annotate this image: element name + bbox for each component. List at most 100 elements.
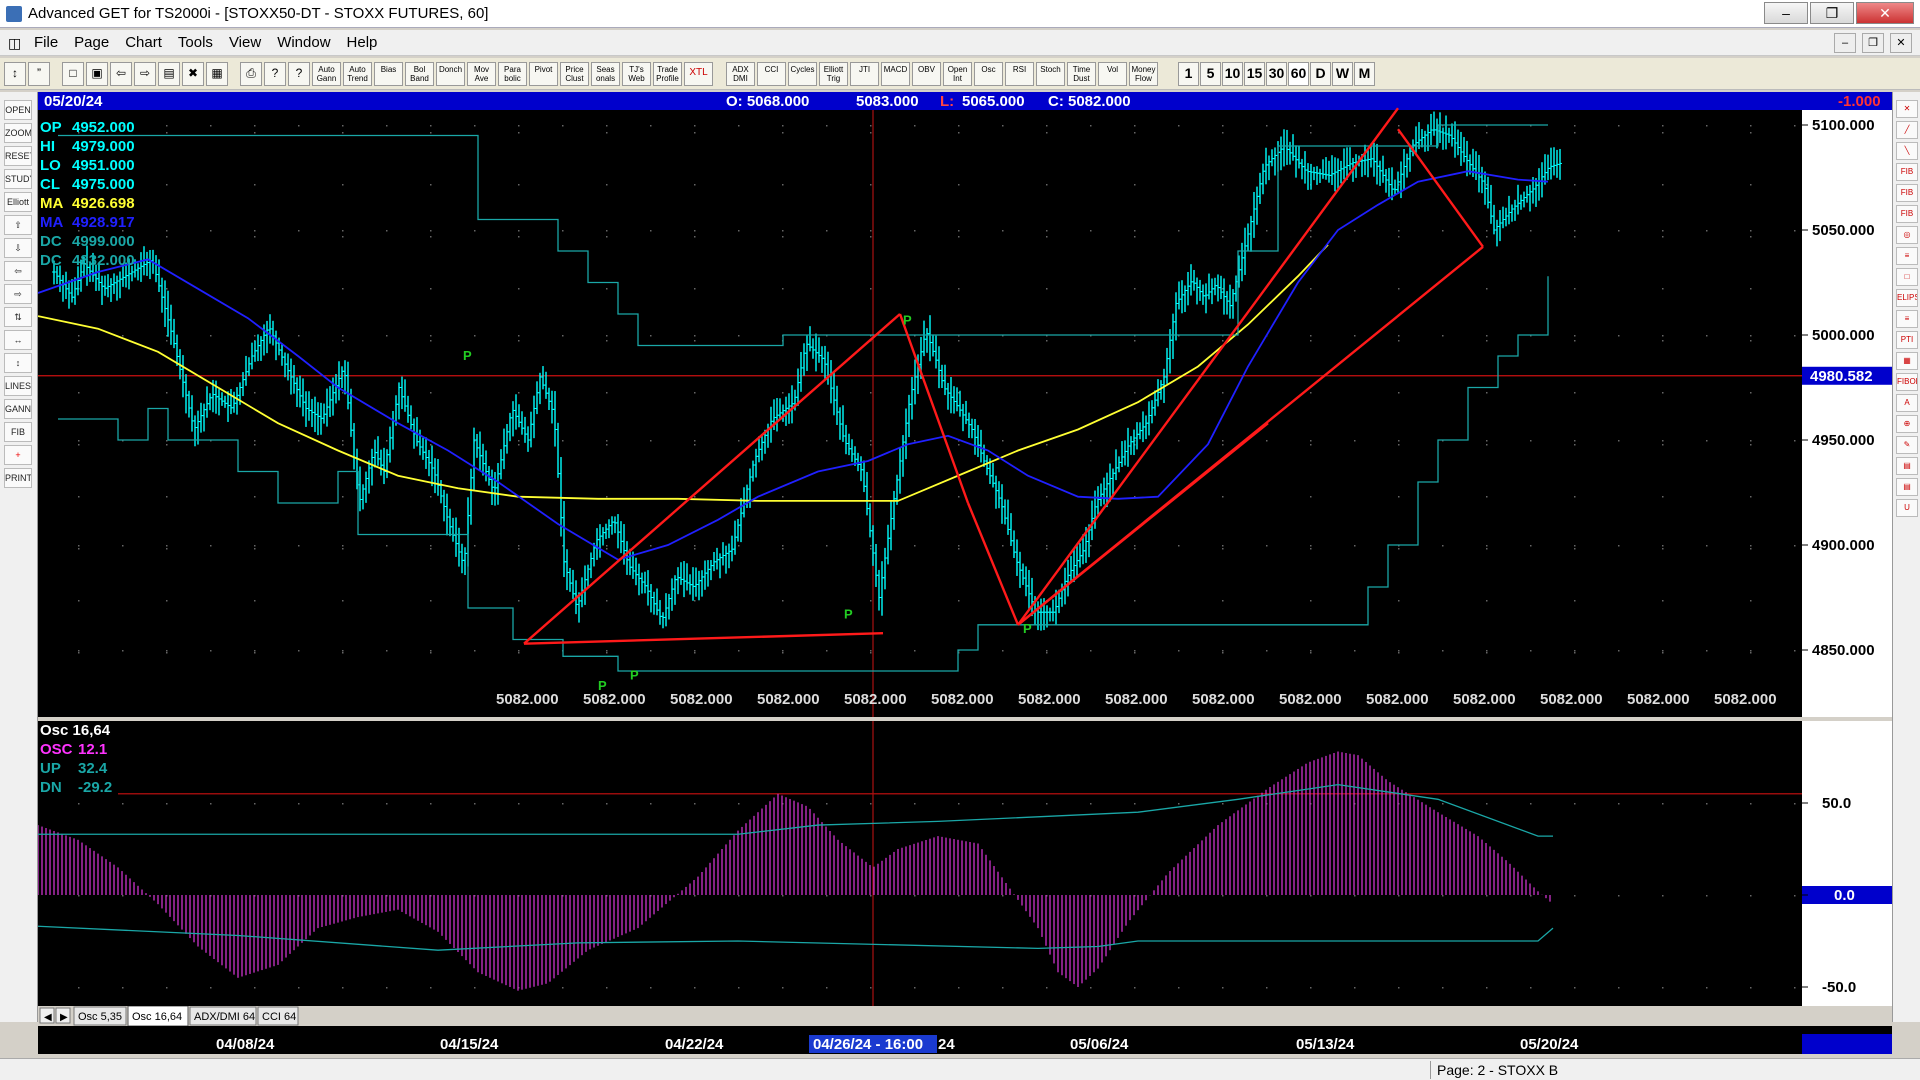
menu-file[interactable]: File — [34, 34, 58, 51]
study-button-price-clust[interactable]: Price Clust — [560, 62, 589, 86]
period-button-30[interactable]: 30 — [1266, 62, 1287, 86]
period-button-10[interactable]: 10 — [1222, 62, 1243, 86]
right-tool-5[interactable]: FIB TIME — [1896, 205, 1918, 223]
study-button-cycles[interactable]: Cycles — [788, 62, 817, 86]
mdi-minimize-button[interactable]: – — [1834, 33, 1856, 53]
right-tool-7[interactable]: ≡ — [1896, 247, 1918, 265]
left-tool-12[interactable]: LINES — [4, 376, 32, 396]
right-tool-6[interactable]: ◎ — [1896, 226, 1918, 244]
left-tool-1[interactable]: ZOOM — [4, 123, 32, 143]
tab-adx-dmi-64[interactable]: ADX/DMI 64 — [189, 1006, 257, 1026]
left-tool-16[interactable]: PRINT — [4, 468, 32, 488]
study-button-money-flow[interactable]: Money Flow — [1129, 62, 1158, 86]
study-button-mov-ave[interactable]: Mov Ave — [467, 62, 496, 86]
left-tool-4[interactable]: Elliott — [4, 192, 32, 212]
chart-area[interactable]: 05/20/24 O: 5068.000 5083.000 L: 5065.00… — [37, 92, 1892, 1037]
left-tool-2[interactable]: RESET — [4, 146, 32, 166]
period-button-15[interactable]: 15 — [1244, 62, 1265, 86]
study-button-stoch[interactable]: Stoch — [1036, 62, 1065, 86]
tab-osc-16-64[interactable]: Osc 16,64 — [127, 1005, 189, 1027]
toolbar-icon-5[interactable]: ⇨ — [134, 62, 156, 86]
left-tool-11[interactable]: ↕ — [4, 353, 32, 373]
study-button-open-int[interactable]: Open Int — [943, 62, 972, 86]
right-tool-9[interactable]: ELIPS — [1896, 289, 1918, 307]
toolbar-icon-3[interactable]: ▣ — [86, 62, 108, 86]
study-button-elliott-trig[interactable]: Elliott Trig — [819, 62, 848, 86]
right-tool-13[interactable]: FIBOB — [1896, 373, 1918, 391]
left-tool-14[interactable]: FIB — [4, 422, 32, 442]
right-tool-0[interactable]: ✕ — [1896, 100, 1918, 118]
period-button-1[interactable]: 1 — [1178, 62, 1199, 86]
right-tool-19[interactable]: U — [1896, 499, 1918, 517]
study-button-auto-gann[interactable]: Auto Gann — [312, 62, 341, 86]
left-tool-3[interactable]: STUDY — [4, 169, 32, 189]
study-button-para-bolic[interactable]: Para bolic — [498, 62, 527, 86]
study-button-macd[interactable]: MACD — [881, 62, 910, 86]
mdi-restore-button[interactable]: ❐ — [1862, 33, 1884, 53]
menu-window[interactable]: Window — [277, 34, 330, 51]
study-button-auto-trend[interactable]: Auto Trend — [343, 62, 372, 86]
study-button-osc[interactable]: Osc — [974, 62, 1003, 86]
period-button-m[interactable]: M — [1354, 62, 1375, 86]
period-button-d[interactable]: D — [1310, 62, 1331, 86]
toolbar-icon-8[interactable]: ▦ — [206, 62, 228, 86]
study-button-xtl[interactable]: XTL — [684, 62, 713, 86]
study-button-bol-band[interactable]: Bol Band — [405, 62, 434, 86]
right-tool-18[interactable]: ▤ — [1896, 478, 1918, 496]
right-tool-11[interactable]: PTI — [1896, 331, 1918, 349]
right-tool-4[interactable]: FIB EXT — [1896, 184, 1918, 202]
right-tool-16[interactable]: ✎ — [1896, 436, 1918, 454]
left-tool-5[interactable]: ⇧ — [4, 215, 32, 235]
toolbar-icon-2[interactable]: □ — [62, 62, 84, 86]
right-tool-12[interactable]: ▦ — [1896, 352, 1918, 370]
right-tool-2[interactable]: ╲ — [1896, 142, 1918, 160]
study-button-jti[interactable]: JTI — [850, 62, 879, 86]
right-tool-17[interactable]: ▤ — [1896, 457, 1918, 475]
study-button-donch[interactable]: Donch — [436, 62, 465, 86]
study-button-cci[interactable]: CCI — [757, 62, 786, 86]
toolbar-icon-9[interactable]: ⎙ — [240, 62, 262, 86]
study-button-obv[interactable]: OBV — [912, 62, 941, 86]
study-button-seas-onals[interactable]: Seas onals — [591, 62, 620, 86]
menu-page[interactable]: Page — [74, 34, 109, 51]
tab-cci-64[interactable]: CCI 64 — [257, 1006, 299, 1026]
toolbar-icon-4[interactable]: ⇦ — [110, 62, 132, 86]
left-tool-9[interactable]: ⇅ — [4, 307, 32, 327]
menu-chart[interactable]: Chart — [125, 34, 162, 51]
menu-tools[interactable]: Tools — [178, 34, 213, 51]
toolbar-icon-1[interactable]: ” — [28, 62, 50, 86]
left-tool-15[interactable]: + — [4, 445, 32, 465]
study-button-time-dust[interactable]: Time Dust — [1067, 62, 1096, 86]
panel-separator[interactable] — [38, 717, 1892, 721]
left-tool-13[interactable]: GANN — [4, 399, 32, 419]
study-button-pivot[interactable]: Pivot — [529, 62, 558, 86]
study-button-rsi[interactable]: RSI — [1005, 62, 1034, 86]
study-button-vol[interactable]: Vol — [1098, 62, 1127, 86]
mdi-close-button[interactable]: ✕ — [1890, 33, 1912, 53]
left-tool-0[interactable]: OPEN — [4, 100, 32, 120]
left-tool-6[interactable]: ⇩ — [4, 238, 32, 258]
study-button-tj-s-web[interactable]: TJ's Web — [622, 62, 651, 86]
price-chart-svg[interactable]: 05/20/24 O: 5068.000 5083.000 L: 5065.00… — [37, 92, 1892, 1037]
study-button-bias[interactable]: Bias — [374, 62, 403, 86]
date-axis[interactable]: 04/08/24 04/15/24 04/22/24 04/26/24 - 16… — [38, 1034, 1892, 1054]
right-tool-8[interactable]: □ — [1896, 268, 1918, 286]
study-button-adx-dmi[interactable]: ADX DMI — [726, 62, 755, 86]
oscillator-panel[interactable] — [37, 721, 1802, 1007]
tab-scroll-left[interactable]: ◀ — [39, 1007, 55, 1024]
right-tool-3[interactable]: FIB RET — [1896, 163, 1918, 181]
study-button-trade-profile[interactable]: Trade Profile — [653, 62, 682, 86]
close-button[interactable]: ✕ — [1856, 2, 1914, 24]
right-tool-15[interactable]: ⊕ — [1896, 415, 1918, 433]
document-icon[interactable]: ◫ — [8, 35, 21, 52]
left-tool-7[interactable]: ⇦ — [4, 261, 32, 281]
toolbar-icon-10[interactable]: ? — [264, 62, 286, 86]
maximize-button[interactable]: ❐ — [1810, 2, 1854, 24]
osc-axis[interactable] — [1802, 721, 1892, 1007]
period-button-5[interactable]: 5 — [1200, 62, 1221, 86]
menu-help[interactable]: Help — [347, 34, 378, 51]
price-panel[interactable]: PPPPPP5082.000 5082.000 5082.000 5082.000 50… — [37, 107, 1802, 717]
toolbar-icon-0[interactable]: ↕ — [4, 62, 26, 86]
right-tool-14[interactable]: A — [1896, 394, 1918, 412]
left-tool-10[interactable]: ↔ — [4, 330, 32, 350]
